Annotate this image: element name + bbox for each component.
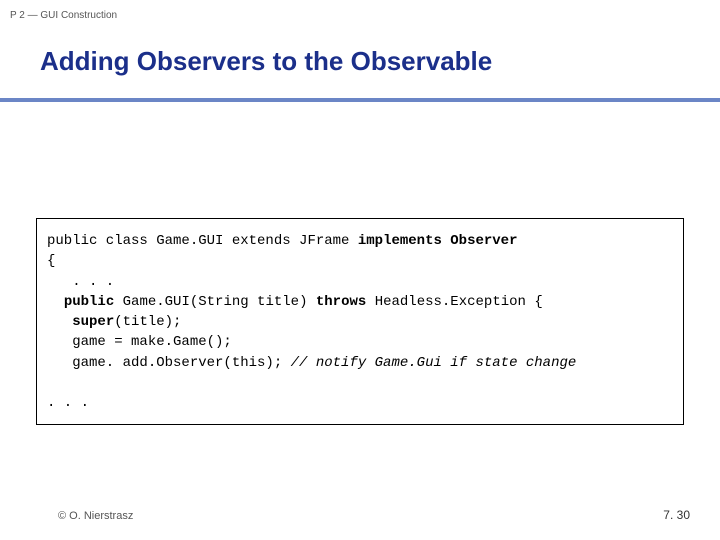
header-rule xyxy=(0,98,720,102)
slide-header-label: P 2 — GUI Construction xyxy=(10,10,117,21)
footer-page-number: 7. 30 xyxy=(663,508,690,522)
code-snippet: public class Game.GUI extends JFrame imp… xyxy=(36,218,684,425)
footer-copyright: © O. Nierstrasz xyxy=(58,510,133,522)
slide-title: Adding Observers to the Observable xyxy=(40,46,492,77)
